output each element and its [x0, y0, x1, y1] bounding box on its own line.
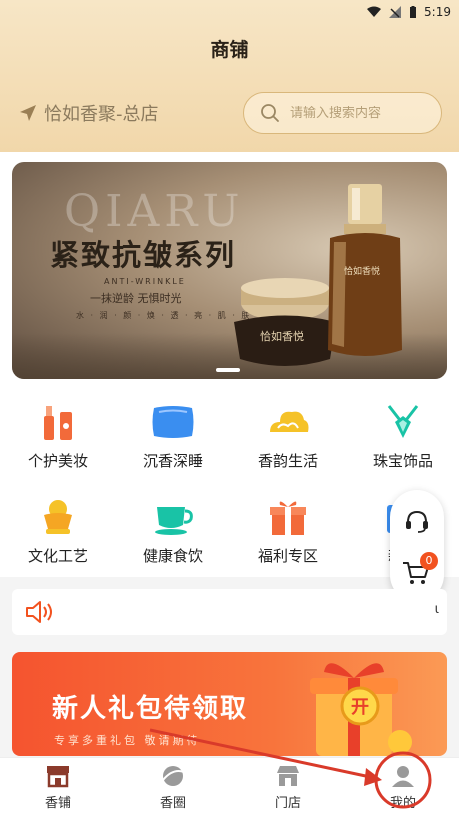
category-health-food[interactable]: 健康食饮	[123, 497, 223, 566]
incense-burner-icon	[44, 500, 72, 534]
search-input[interactable]	[290, 105, 430, 121]
category-label: 文化工艺	[27, 547, 88, 565]
category-culture[interactable]: 文化工艺	[8, 497, 108, 566]
planet-icon	[162, 766, 185, 786]
signal-icon	[389, 6, 402, 18]
necklace-icon	[387, 405, 419, 438]
category-jewelry[interactable]: 珠宝饰品	[353, 402, 453, 471]
tab-label: 香圈	[159, 796, 186, 811]
notice-text: ι	[434, 602, 439, 617]
speaker-icon	[26, 601, 52, 623]
cart-count-badge: 0	[420, 552, 438, 570]
pillow-icon	[152, 406, 194, 438]
wifi-icon	[367, 6, 382, 17]
promo-banner[interactable]: QIARU 紧致抗皱系列 ANTI-WRINKLE 一抹逆龄 无惧时光 水 · …	[12, 162, 447, 379]
gift-banner-title: 新人礼包待领取	[52, 694, 249, 724]
location-arrow-icon	[20, 105, 36, 121]
new-user-gift-banner[interactable]: 新人礼包待领取 专享多重礼包 敬请期待 开	[12, 652, 447, 756]
search-box[interactable]	[243, 92, 442, 134]
bottom-tab-bar: 香铺 香圈 门店 我的	[0, 757, 459, 816]
location-label: 恰如香聚-总店	[44, 104, 159, 125]
category-label: 香韵生活	[257, 452, 318, 470]
carousel-indicator	[216, 368, 240, 372]
banner-section: QIARU 紧致抗皱系列 ANTI-WRINKLE 一抹逆龄 无惧时光 水 · …	[0, 152, 459, 382]
notice-bar[interactable]: ι	[12, 589, 447, 635]
category-label: 福利专区	[257, 547, 318, 565]
category-label: 个护美妆	[27, 452, 88, 470]
gift-banner-subtitle: 专享多重礼包 敬请期待	[54, 734, 201, 747]
store-icon	[277, 766, 299, 786]
category-cosmetics[interactable]: 个护美妆	[8, 402, 108, 471]
status-bar: 5:19	[367, 2, 451, 22]
gift-coin-label: 开	[351, 697, 369, 718]
category-label: 健康食饮	[142, 547, 203, 565]
category-sleep[interactable]: 沉香深睡	[123, 402, 223, 471]
profile-icon	[392, 766, 414, 787]
tea-cup-icon	[155, 507, 193, 535]
gift-box-icon	[270, 501, 306, 535]
tab-label: 我的	[389, 796, 416, 811]
banner-headline: 紧致抗皱系列	[50, 238, 237, 272]
tab-label: 香铺	[44, 796, 71, 811]
serum-bottle-image: 恰如香悦	[328, 184, 402, 356]
floating-actions: 0	[390, 490, 444, 602]
battery-icon	[410, 6, 417, 18]
store-location[interactable]: 恰如香聚-总店	[18, 100, 159, 126]
shop-icon	[47, 766, 69, 788]
tab-shop[interactable]: 香铺	[18, 764, 98, 811]
header-bar: 5:19 商铺 恰如香聚-总店	[0, 0, 459, 152]
tab-circle[interactable]: 香圈	[133, 764, 213, 811]
search-icon	[261, 104, 279, 122]
banner-subtitle-detail: 水 · 润 · 颜 · 焕 · 透 · 亮 · 肌 · 肤	[76, 311, 252, 320]
banner-subtitle-en: ANTI-WRINKLE	[104, 277, 186, 286]
banner-subtitle-cn: 一抹逆龄 无惧时光	[90, 292, 182, 305]
category-label: 珠宝饰品	[372, 452, 433, 470]
tab-label: 门店	[274, 796, 301, 811]
bottle-label: 恰如香悦	[344, 265, 380, 277]
banner-brand-watermark: QIARU	[64, 186, 245, 237]
cloud-pattern-icon	[270, 411, 309, 432]
cosmetics-icon	[44, 406, 72, 440]
status-time: 5:19	[424, 5, 451, 19]
customer-service-icon[interactable]	[404, 508, 430, 534]
category-welfare[interactable]: 福利专区	[238, 497, 338, 566]
category-label: 沉香深睡	[142, 452, 203, 470]
jar-label: 恰如香悦	[260, 329, 304, 343]
tab-stores[interactable]: 门店	[248, 764, 328, 811]
page-title: 商铺	[210, 39, 249, 61]
gift-box-image: 开	[310, 663, 412, 756]
tab-profile[interactable]: 我的	[363, 764, 443, 811]
category-lifestyle[interactable]: 香韵生活	[238, 402, 338, 471]
